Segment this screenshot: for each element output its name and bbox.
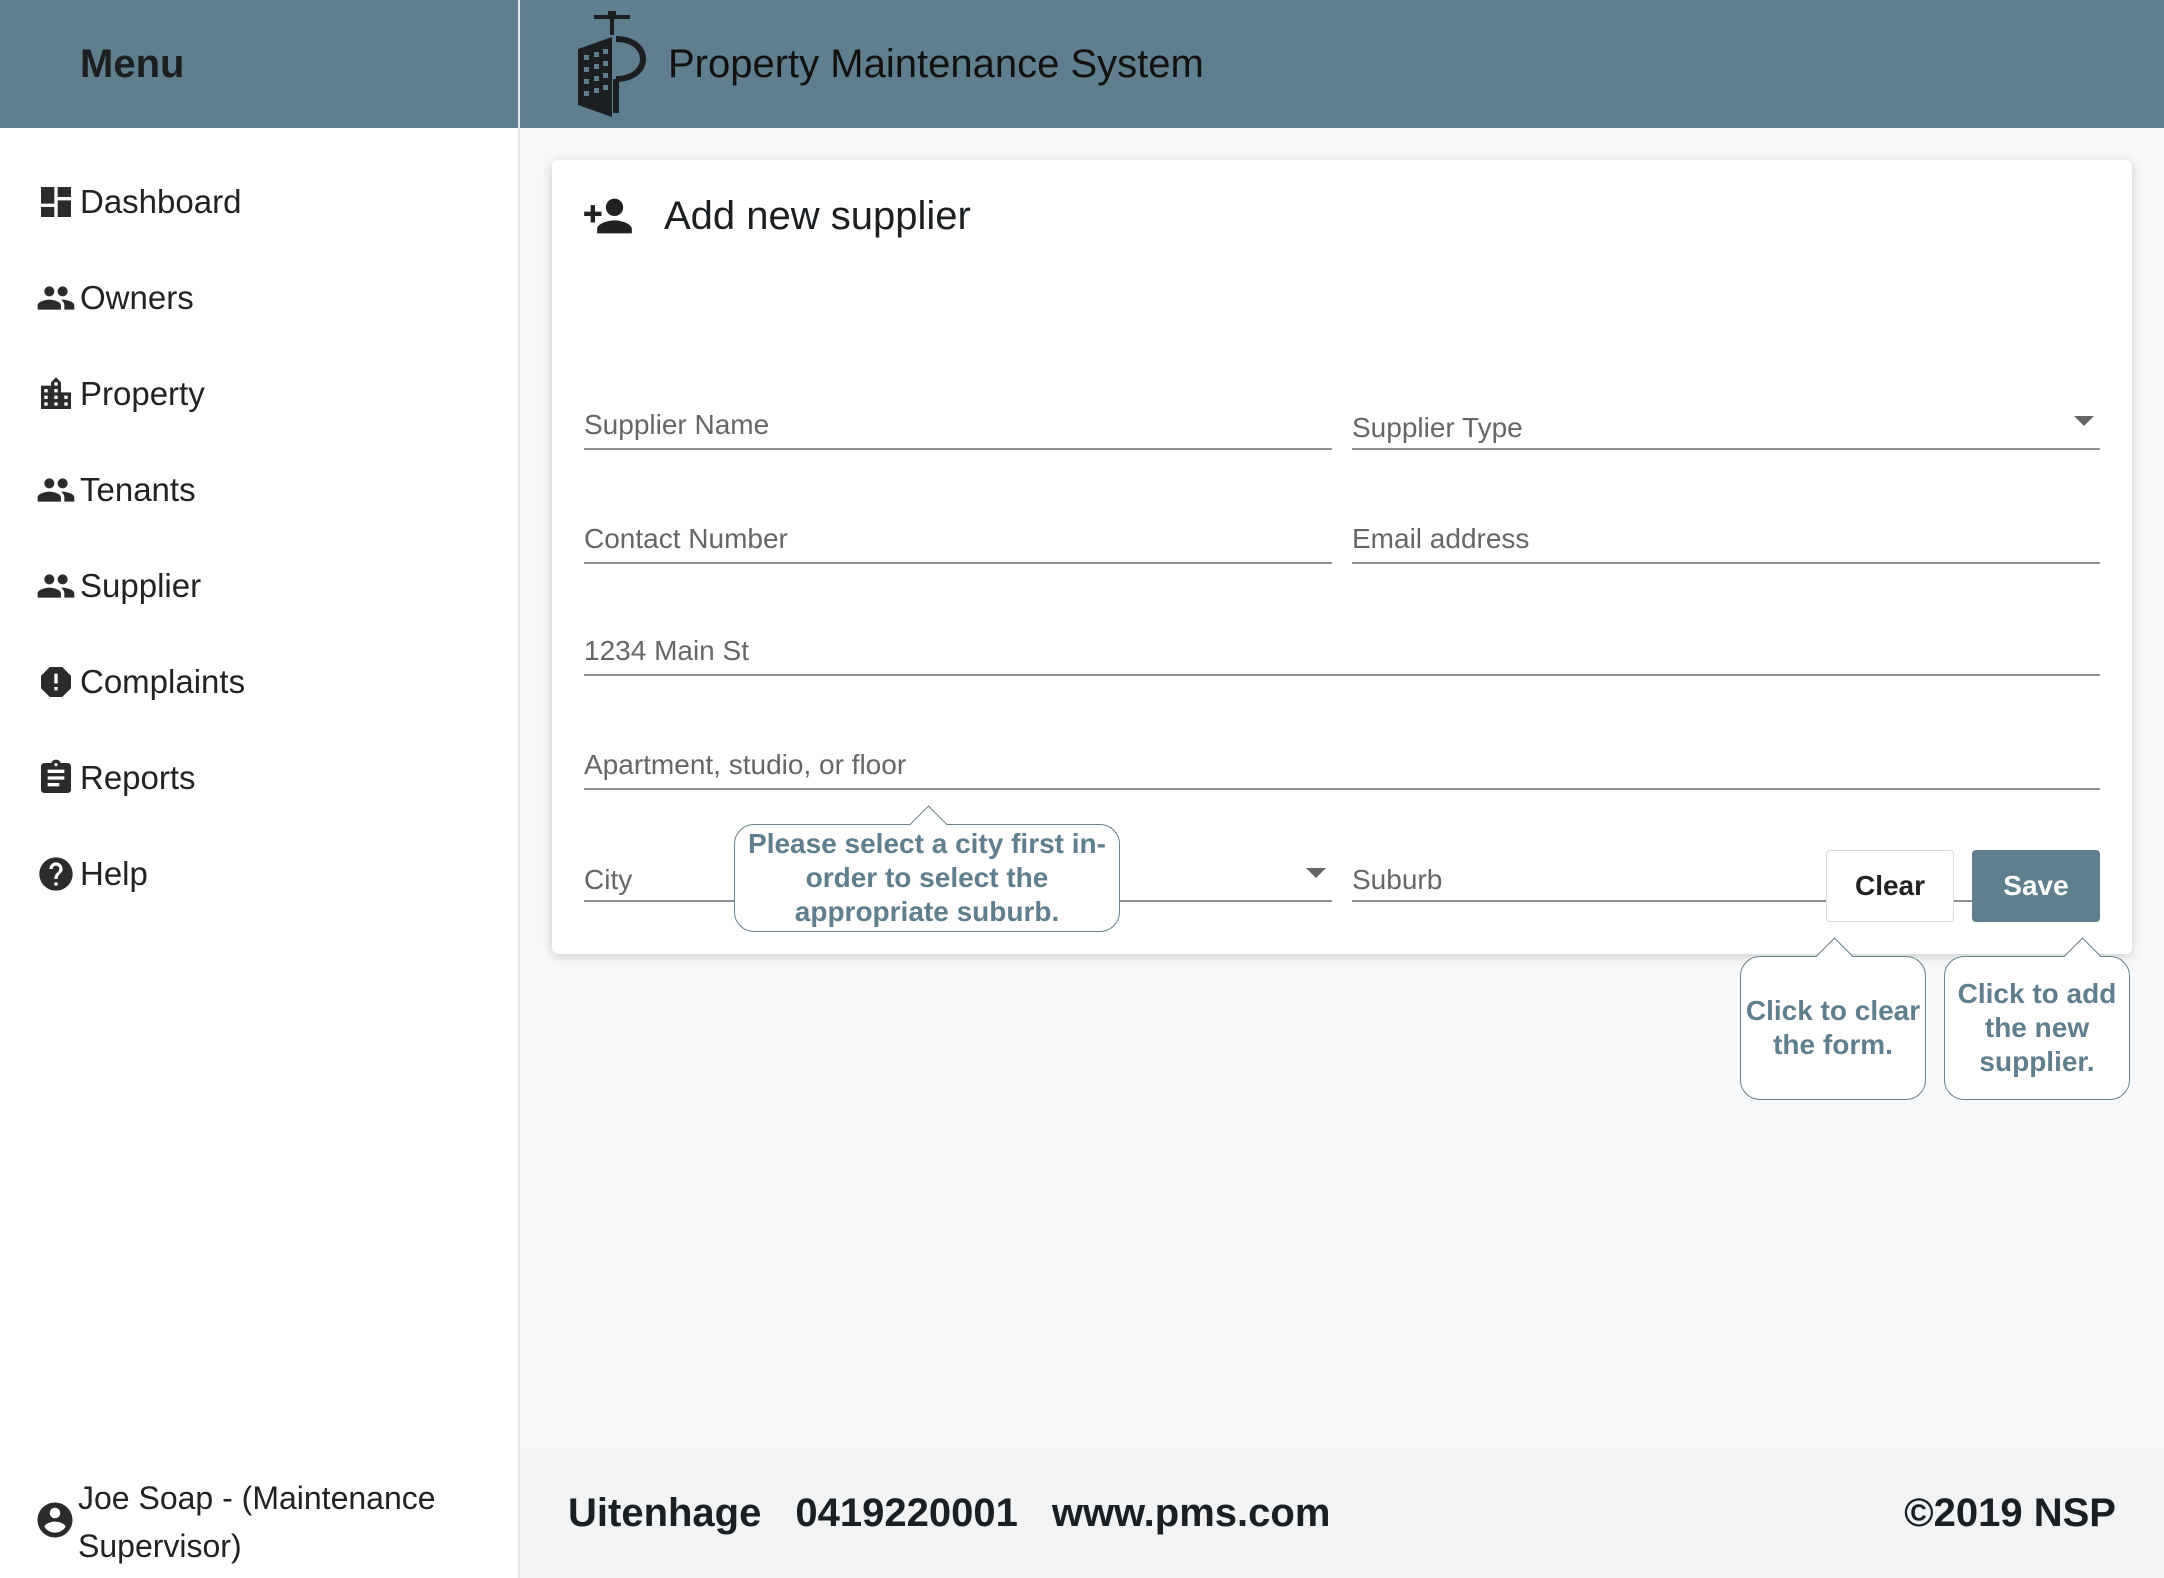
footer-copyright: ©2019 NSP [1904, 1490, 2116, 1535]
save-tooltip: Click to add the new supplier. [1944, 956, 2130, 1100]
person-add-icon [584, 198, 632, 234]
building-icon [34, 372, 78, 416]
sidebar-item-supplier[interactable]: Supplier [0, 538, 518, 634]
suburb-placeholder: Suburb [1352, 864, 1443, 895]
sidebar-header: Menu [0, 0, 518, 128]
clear-tooltip-text: Click to clear the form. [1745, 995, 1921, 1060]
help-icon [34, 852, 78, 896]
email-field[interactable] [1352, 500, 2100, 564]
people-icon [34, 276, 78, 320]
sidebar-item-label: Reports [80, 759, 196, 796]
app-title: Property Maintenance System [668, 41, 1204, 86]
supplier-type-placeholder: Supplier Type [1352, 412, 1523, 443]
email-input[interactable] [1352, 500, 2100, 562]
alert-icon [34, 660, 78, 704]
supplier-name-input[interactable] [584, 386, 1332, 448]
clear-tooltip: Click to clear the form. [1740, 956, 1926, 1100]
save-button[interactable]: Save [1972, 850, 2100, 922]
save-tooltip-text: Click to add the new supplier. [1957, 978, 2117, 1077]
sidebar-item-label: Property [80, 375, 205, 412]
address-line2-field[interactable] [584, 726, 2100, 790]
card-title: Add new supplier [582, 190, 971, 242]
current-user[interactable]: Joe Soap - (Maintenance Supervisor) [34, 1474, 478, 1570]
address-line2-input[interactable] [584, 726, 2100, 788]
city-tooltip-text: Please select a city first in-order to s… [748, 828, 1106, 927]
footer-city: Uitenhage [568, 1490, 762, 1535]
footer-contact: Uitenhage 0419220001 www.pms.com [568, 1491, 1330, 1536]
sidebar: Menu Dashboard Owners Property Tenants S… [0, 0, 520, 1578]
people-icon [34, 564, 78, 608]
city-tooltip: Please select a city first in-order to s… [734, 824, 1120, 932]
app-header: Property Maintenance System [520, 0, 2164, 128]
page-footer: Uitenhage 0419220001 www.pms.com ©2019 N… [520, 1448, 2164, 1578]
city-placeholder: City [584, 864, 633, 895]
sidebar-item-property[interactable]: Property [0, 346, 518, 442]
contact-number-field[interactable] [584, 500, 1332, 564]
clipboard-icon [34, 756, 78, 800]
sidebar-item-label: Complaints [80, 663, 246, 700]
address-line1-field[interactable] [584, 612, 2100, 676]
form-title: Add new supplier [664, 193, 971, 238]
menu-title: Menu [80, 41, 185, 86]
sidebar-item-owners[interactable]: Owners [0, 250, 518, 346]
building-logo-icon [578, 11, 646, 117]
sidebar-nav: Dashboard Owners Property Tenants Suppli… [0, 128, 518, 922]
sidebar-item-reports[interactable]: Reports [0, 730, 518, 826]
sidebar-item-dashboard[interactable]: Dashboard [0, 154, 518, 250]
people-icon [34, 468, 78, 512]
sidebar-item-help[interactable]: Help [0, 826, 518, 922]
clear-button[interactable]: Clear [1826, 850, 1954, 922]
supplier-name-field[interactable] [584, 386, 1332, 450]
sidebar-item-label: Supplier [80, 567, 202, 604]
sidebar-item-label: Help [80, 855, 148, 892]
account-icon [34, 1499, 76, 1546]
sidebar-item-complaints[interactable]: Complaints [0, 634, 518, 730]
sidebar-item-label: Dashboard [80, 183, 242, 220]
footer-phone: 0419220001 [795, 1490, 1018, 1535]
sidebar-item-label: Tenants [80, 471, 196, 508]
dashboard-icon [34, 180, 78, 224]
chevron-down-icon [2074, 416, 2094, 426]
sidebar-item-tenants[interactable]: Tenants [0, 442, 518, 538]
chevron-down-icon [1306, 868, 1326, 878]
supplier-type-select[interactable]: Supplier Type [1352, 386, 2100, 450]
address-line1-input[interactable] [584, 612, 2100, 674]
user-name: Joe Soap - (Maintenance Supervisor) [78, 1480, 436, 1564]
sidebar-item-label: Owners [80, 279, 194, 316]
footer-website[interactable]: www.pms.com [1052, 1491, 1331, 1536]
contact-number-input[interactable] [584, 500, 1332, 562]
